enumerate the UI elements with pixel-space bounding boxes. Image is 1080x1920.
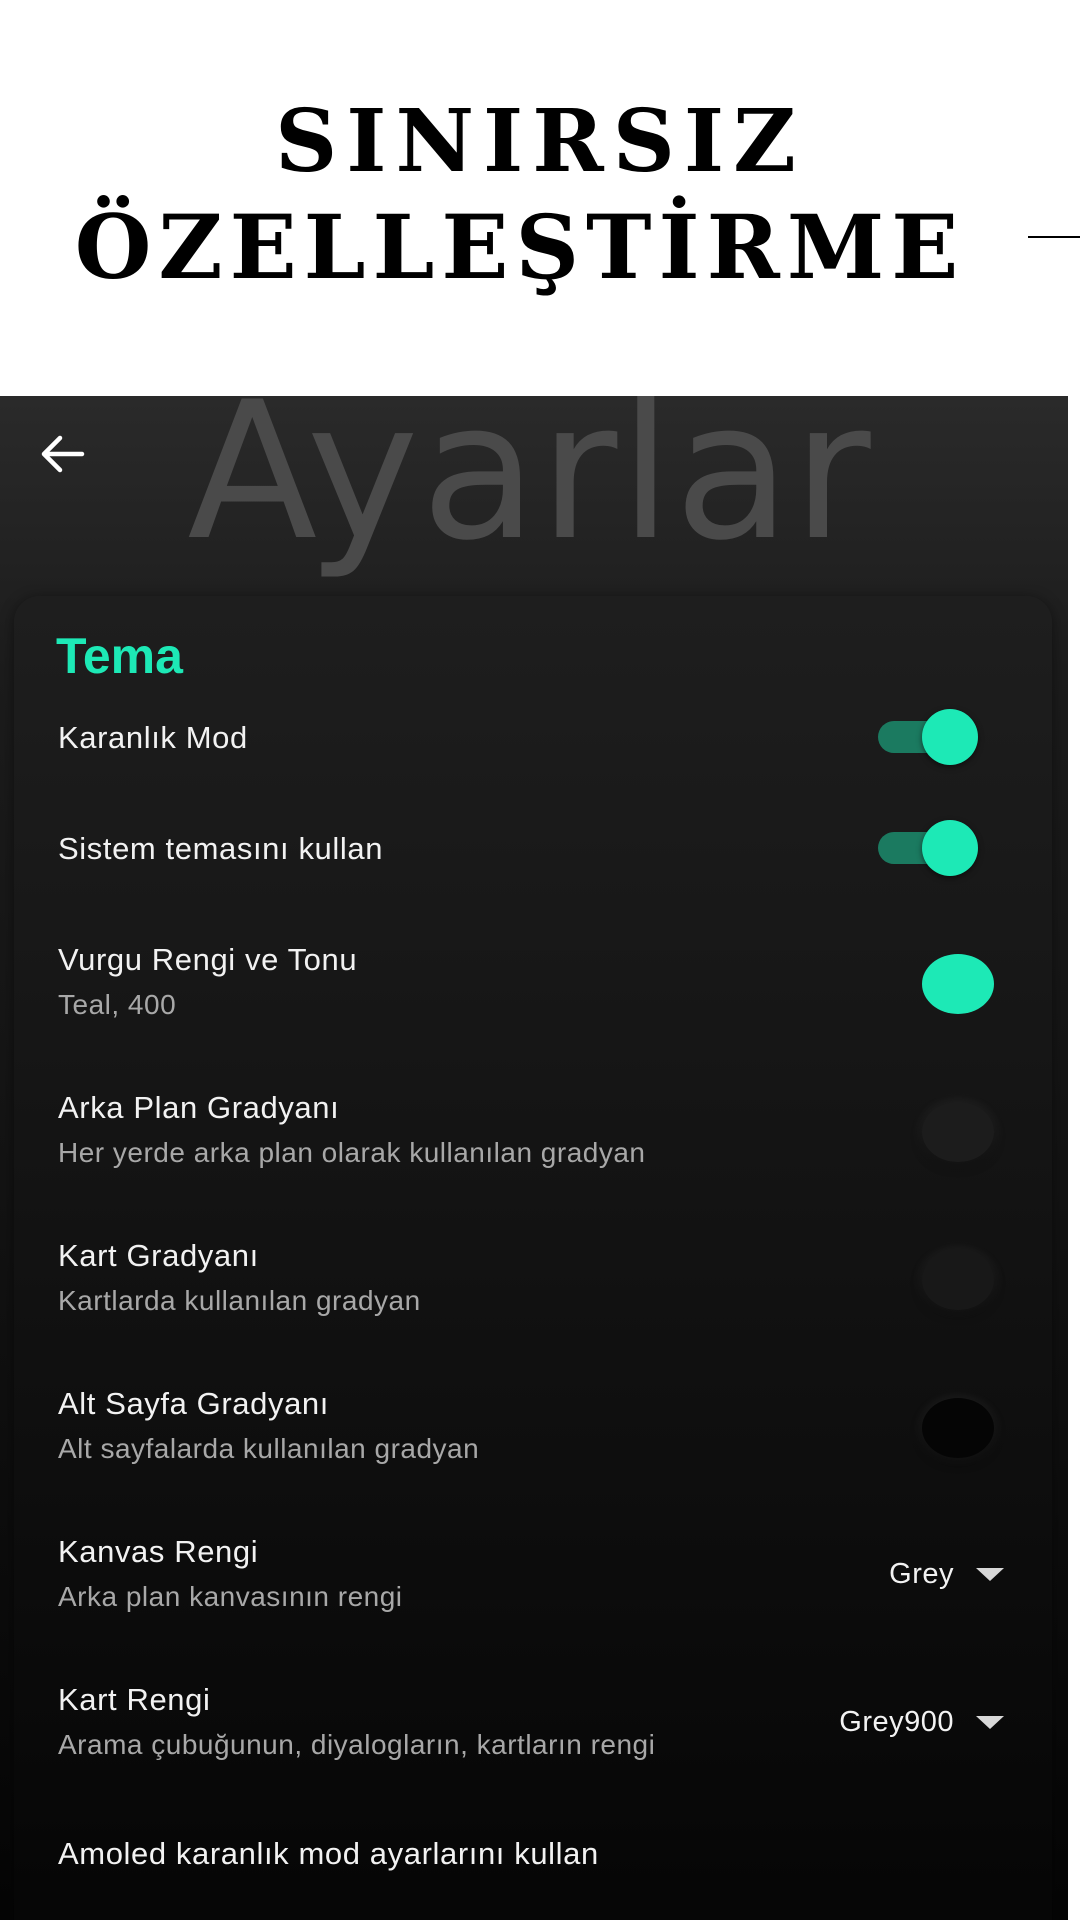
canvas-color-dropdown[interactable]: Grey [889,1554,1004,1594]
dropdown-arrow-icon [976,1567,1004,1581]
page-title: Ayarlar [187,396,873,582]
card-color-dropdown[interactable]: Grey900 [839,1702,1004,1742]
setting-label-system-theme: Sistem temasını kullan [58,831,384,866]
card-color-selected: Grey900 [839,1706,954,1738]
promo-headline-line-1: SINIRSIZ [275,91,805,192]
arrow-back-icon [41,435,85,473]
setting-description-subpage-gradient: Alt sayfalarda kullanılan gradyan [58,1433,480,1464]
toggle-thumb [922,709,978,765]
promo-divider-line [1028,236,1080,238]
setting-label-background-gradient: Arka Plan Gradyanı [58,1090,340,1125]
setting-row-canvas-color[interactable]: Kanvas Rengi Arka plan kanvasının rengi … [14,1532,1052,1632]
setting-value-accent-color: Teal, 400 [58,989,177,1020]
setting-row-background-gradient[interactable]: Arka Plan Gradyanı Her yerde arka plan o… [14,1088,1052,1188]
accent-color-swatch[interactable] [922,954,994,1014]
dark-mode-toggle[interactable] [878,709,978,765]
setting-row-card-color[interactable]: Kart Rengi Arama çubuğunun, diyalogların… [14,1680,1052,1780]
card-gradient-swatch[interactable] [922,1250,994,1310]
setting-description-card-gradient: Kartlarda kullanılan gradyan [58,1285,421,1316]
setting-row-system-theme[interactable]: Sistem temasını kullan [14,820,1052,889]
setting-label-amoled: Amoled karanlık mod ayarlarını kullan [58,1836,599,1871]
settings-screen: Ayarlar Tema Karanlık Mod Sistem temasın… [0,396,1080,1920]
setting-label-dark-mode: Karanlık Mod [58,720,248,755]
setting-label-card-gradient: Kart Gradyanı [58,1238,259,1273]
subpage-gradient-swatch[interactable] [922,1398,994,1458]
setting-description-canvas-color: Arka plan kanvasının rengi [58,1581,403,1612]
setting-label-card-color: Kart Rengi [58,1682,211,1717]
setting-label-accent-color: Vurgu Rengi ve Tonu [58,942,358,977]
setting-label-subpage-gradient: Alt Sayfa Gradyanı [58,1386,329,1421]
setting-row-accent-color[interactable]: Vurgu Rengi ve Tonu Teal, 400 [14,940,1052,1040]
theme-settings-card: Tema Karanlık Mod Sistem temasını kullan… [14,596,1052,1920]
promo-banner: SINIRSIZ ÖZELLEŞTİRME [0,0,1080,396]
setting-description-card-color: Arama çubuğunun, diyalogların, kartların… [58,1729,656,1760]
system-theme-toggle[interactable] [878,820,978,876]
toggle-thumb [922,820,978,876]
setting-row-dark-mode[interactable]: Karanlık Mod [14,709,1052,778]
section-title-theme: Tema [56,628,183,684]
setting-label-canvas-color: Kanvas Rengi [58,1534,259,1569]
screen-edge [1068,396,1080,1920]
canvas-color-selected: Grey [889,1558,954,1590]
background-gradient-swatch[interactable] [922,1102,994,1162]
setting-row-amoled[interactable]: Amoled karanlık mod ayarlarını kullan [14,1834,1052,1894]
promo-headline-line-2: ÖZELLEŞTİRME [74,195,966,299]
setting-row-subpage-gradient[interactable]: Alt Sayfa Gradyanı Alt sayfalarda kullan… [14,1384,1052,1484]
setting-row-card-gradient[interactable]: Kart Gradyanı Kartlarda kullanılan grady… [14,1236,1052,1336]
dropdown-arrow-icon [976,1715,1004,1729]
setting-description-background-gradient: Her yerde arka plan olarak kullanılan gr… [58,1137,646,1168]
back-button[interactable] [26,418,98,490]
